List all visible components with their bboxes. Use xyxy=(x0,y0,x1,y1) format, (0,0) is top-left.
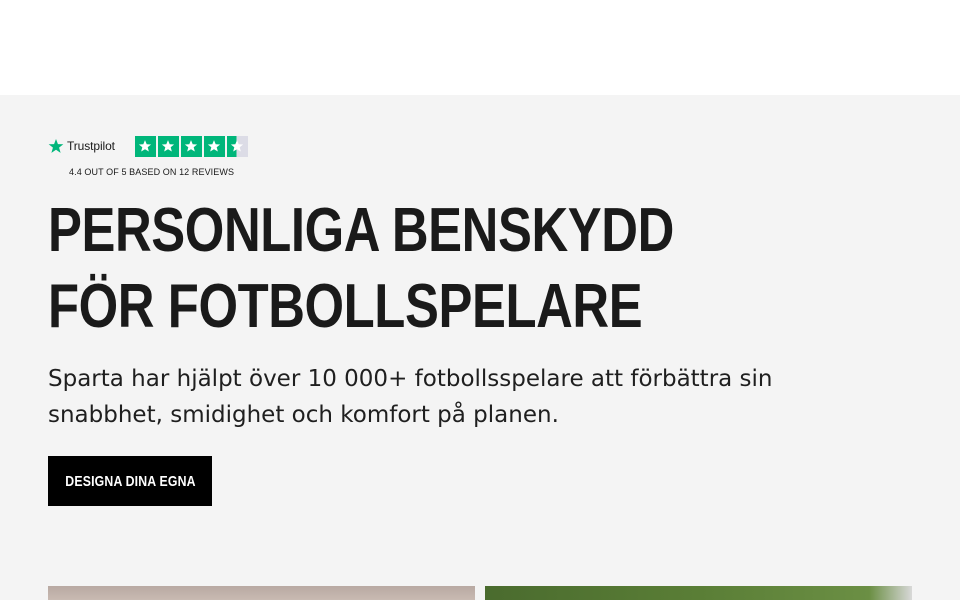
design-your-own-button[interactable]: DESIGNA DINA EGNA xyxy=(48,456,212,506)
rating-star-icon xyxy=(203,135,225,157)
trustpilot-rating-caption: 4.4 OUT OF 5 BASED ON 12 REVIEWS xyxy=(69,167,235,177)
design-your-own-button-label: DESIGNA DINA EGNA xyxy=(64,472,196,490)
product-image-right[interactable] xyxy=(485,586,912,600)
trustpilot-rating-stars xyxy=(134,135,250,157)
trustpilot-widget[interactable]: Trustpilot xyxy=(48,135,250,157)
page-title: PERSONLIGA BENSKYDD FÖR FOTBOLLSPELARE xyxy=(48,196,674,341)
trustpilot-wordmark: Trustpilot xyxy=(67,139,115,153)
hero-subheadline: Sparta har hjälpt över 10 000+ fotbollss… xyxy=(48,366,773,428)
trustpilot-logo: Trustpilot xyxy=(48,138,115,154)
product-image-left[interactable] xyxy=(48,586,475,600)
site-header xyxy=(0,0,960,95)
trustpilot-star-icon xyxy=(48,139,64,153)
rating-star-half-icon xyxy=(226,135,248,157)
rating-star-icon xyxy=(180,135,202,157)
rating-star-icon xyxy=(134,135,156,157)
rating-star-icon xyxy=(157,135,179,157)
hero-section: Trustpilot 4.4 OUT OF 5 BASED ON 12 REVI… xyxy=(0,95,960,600)
